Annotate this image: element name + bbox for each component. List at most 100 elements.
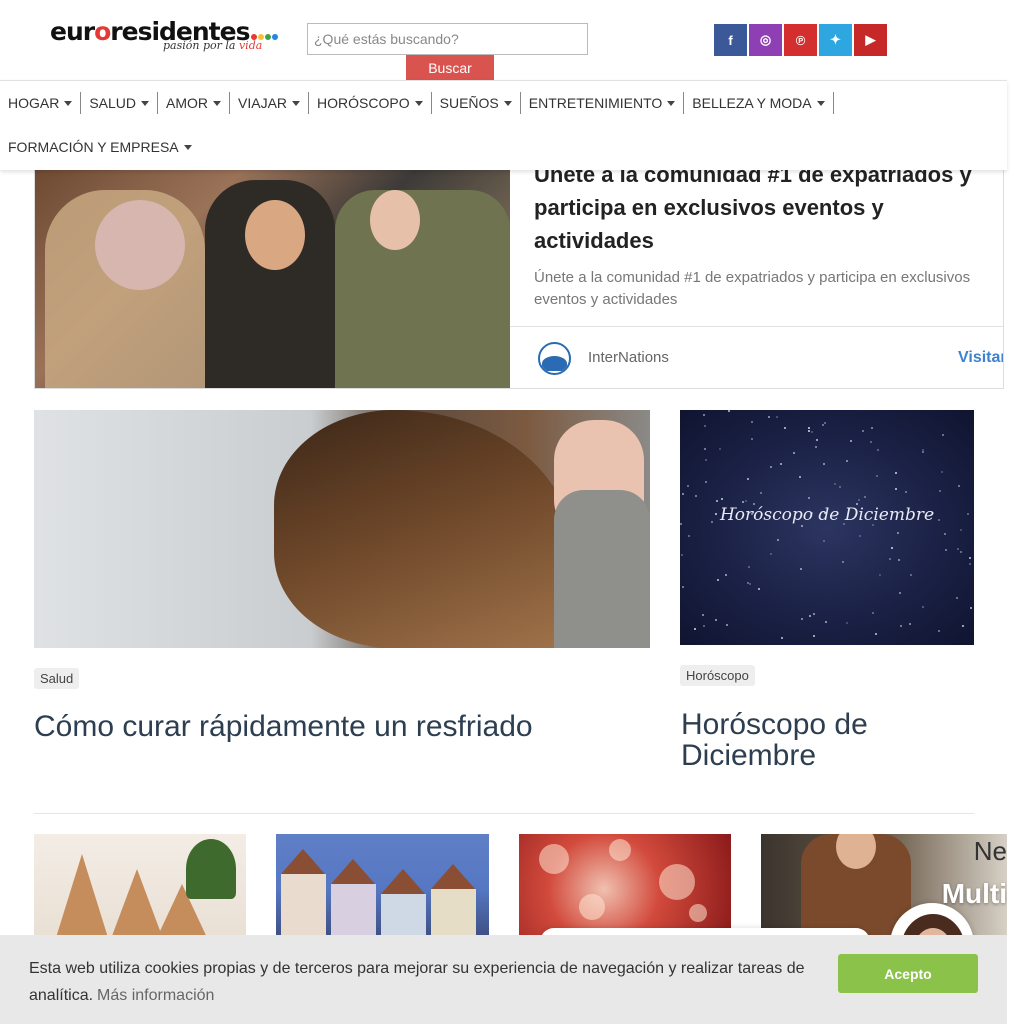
star-decoration <box>823 540 825 542</box>
article-image-resfriado[interactable] <box>34 410 650 648</box>
star-decoration <box>872 612 874 614</box>
ad-description: Únete a la comunidad #1 de expatriados y… <box>534 269 971 308</box>
star-decoration <box>942 434 944 436</box>
cookie-more-info-link[interactable]: Más información <box>97 987 214 1004</box>
star-decoration <box>694 628 696 630</box>
star-decoration <box>815 446 817 448</box>
star-decoration <box>725 574 727 576</box>
site-header: euroresidentes pasión por la vida Buscar… <box>0 0 1007 81</box>
star-decoration <box>745 500 747 502</box>
nav-item-salud[interactable]: SALUD <box>81 92 159 114</box>
star-decoration <box>813 635 815 637</box>
ad-image[interactable] <box>35 170 510 388</box>
star-decoration <box>960 529 962 531</box>
nav-item-label: HOGAR <box>8 95 60 111</box>
ad-title[interactable]: Únete a la comunidad #1 de expatriados y… <box>534 170 994 257</box>
article-title-resfriado[interactable]: Cómo curar rápidamente un resfriado <box>34 711 644 742</box>
star-decoration <box>850 440 852 442</box>
ad-footer: InterNations Visitar <box>510 326 1003 388</box>
star-decoration <box>898 559 900 561</box>
star-decoration <box>889 558 891 560</box>
star-decoration <box>879 574 881 576</box>
twitter-icon[interactable]: ✦ <box>819 24 852 56</box>
star-decoration <box>958 485 960 487</box>
star-decoration <box>824 422 826 424</box>
nav-item-viajar[interactable]: VIAJAR <box>230 92 310 114</box>
star-decoration <box>715 619 717 621</box>
star-decoration <box>703 625 705 627</box>
logo-tagline: pasión por la vida <box>163 39 263 52</box>
star-decoration <box>895 472 897 474</box>
article-tag-salud[interactable]: Salud <box>34 668 80 689</box>
search-input[interactable] <box>307 23 588 55</box>
star-decoration <box>688 535 690 537</box>
star-decoration <box>842 561 844 563</box>
scrollbar-area[interactable] <box>1007 0 1024 1024</box>
nav-item-label: HORÓSCOPO <box>317 95 410 111</box>
instagram-icon[interactable]: ◎ <box>749 24 782 56</box>
nav-item-sueños[interactable]: SUEÑOS <box>432 92 521 114</box>
caret-down-icon <box>183 144 192 150</box>
search-button[interactable]: Buscar <box>406 55 494 81</box>
star-decoration <box>704 448 706 450</box>
youtube-icon[interactable]: ▶ <box>854 24 887 56</box>
caret-down-icon <box>503 100 512 106</box>
star-decoration <box>938 630 940 632</box>
star-decoration <box>969 563 971 565</box>
star-decoration <box>768 416 770 418</box>
nav-item-horóscopo[interactable]: HORÓSCOPO <box>309 92 432 114</box>
star-decoration <box>808 430 810 432</box>
nav-item-formación-y-empresa[interactable]: FORMACIÓN Y EMPRESA <box>0 136 200 158</box>
star-decoration <box>922 449 924 451</box>
star-decoration <box>687 485 689 487</box>
star-decoration <box>960 551 962 553</box>
star-decoration <box>799 476 801 478</box>
star-decoration <box>808 497 810 499</box>
pinterest-icon[interactable]: ℗ <box>784 24 817 56</box>
nav-item-hogar[interactable]: HOGAR <box>0 92 82 114</box>
caret-down-icon <box>64 100 73 106</box>
caret-down-icon <box>213 100 222 106</box>
star-decoration <box>793 452 795 454</box>
star-decoration <box>751 421 753 423</box>
star-decoration <box>809 615 811 617</box>
ad-visit-link[interactable]: Visitar <box>958 349 1003 367</box>
star-decoration <box>726 624 728 626</box>
star-decoration <box>816 439 818 441</box>
star-decoration <box>742 501 744 503</box>
star-decoration <box>703 414 705 416</box>
nav-item-entretenimiento[interactable]: ENTRETENIMIENTO <box>521 92 685 114</box>
thumbnail-article-2[interactable] <box>276 834 489 944</box>
sponsored-ad[interactable]: Únete a la comunidad #1 de expatriados y… <box>34 170 1004 389</box>
star-decoration <box>801 525 803 527</box>
facebook-icon[interactable]: f <box>714 24 747 56</box>
star-decoration <box>944 533 946 535</box>
article-title-horoscopo[interactable]: Horóscopo de Diciembre <box>681 709 971 771</box>
thumbnail-article-1[interactable] <box>34 834 246 944</box>
caret-down-icon <box>667 100 676 106</box>
nav-item-label: ENTRETENIMIENTO <box>528 95 663 111</box>
star-decoration <box>871 427 873 429</box>
nav-item-label: FORMACIÓN Y EMPRESA <box>8 139 179 155</box>
star-decoration <box>839 486 841 488</box>
article-image-horoscopo[interactable]: Horóscopo de Diciembre <box>680 410 974 645</box>
cookie-accept-button[interactable]: Acepto <box>838 954 978 993</box>
site-logo[interactable]: euroresidentes pasión por la vida <box>50 17 279 52</box>
nav-item-belleza-y-moda[interactable]: BELLEZA Y MODA <box>684 92 834 114</box>
star-decoration <box>876 475 878 477</box>
section-divider <box>34 813 974 814</box>
nav-item-label: SALUD <box>89 95 137 111</box>
star-decoration <box>910 574 912 576</box>
star-decoration <box>864 496 866 498</box>
article-image-caption: Horóscopo de Diciembre <box>719 505 935 525</box>
star-decoration <box>751 438 753 440</box>
logo-dot <box>265 34 272 40</box>
star-decoration <box>956 597 958 599</box>
caret-down-icon <box>292 100 301 106</box>
nav-item-amor[interactable]: AMOR <box>158 92 231 114</box>
star-decoration <box>897 532 899 534</box>
star-decoration <box>858 499 860 501</box>
star-decoration <box>969 557 971 559</box>
nav-row-primary: HOGAR SALUD AMOR VIAJAR HORÓSCOPO SUEÑOS ENTRE… <box>0 81 834 125</box>
article-tag-horoscopo[interactable]: Horóscopo <box>680 665 755 686</box>
